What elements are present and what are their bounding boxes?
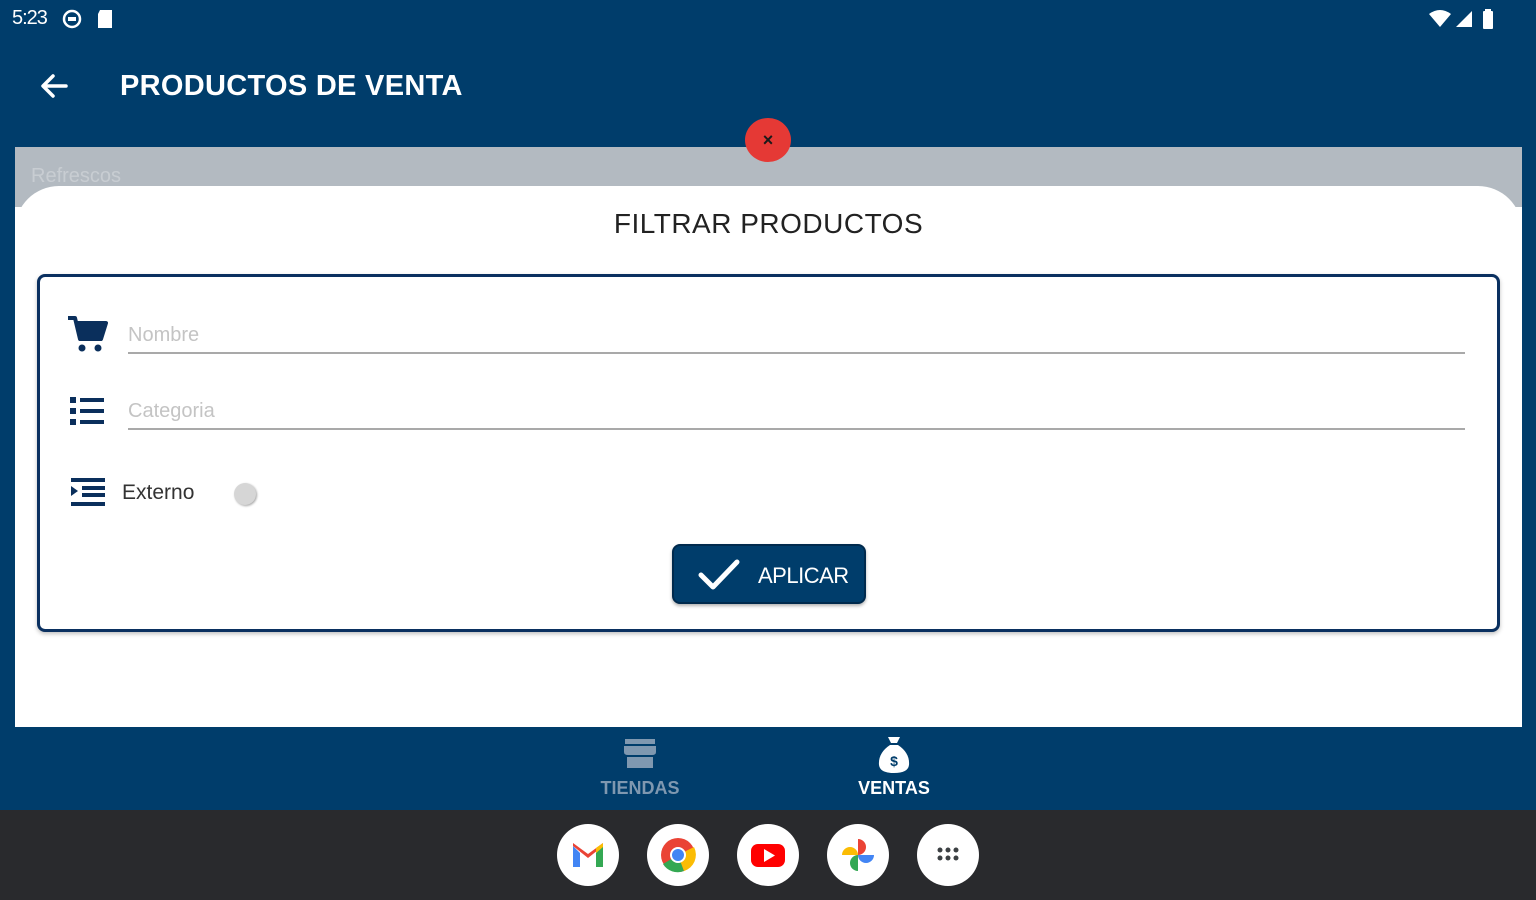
sd-card-icon [96, 9, 114, 34]
categoria-input[interactable] [128, 394, 1465, 428]
money-bag-icon: $ [876, 735, 912, 780]
externo-label: Externo [122, 481, 195, 504]
close-filter-button[interactable]: × [745, 118, 791, 162]
aplicar-button[interactable]: APLICAR [672, 544, 866, 604]
nav-item-ventas[interactable]: $ VENTAS [819, 727, 969, 810]
nombre-field[interactable] [128, 318, 1465, 354]
categoria-field[interactable] [128, 394, 1465, 430]
store-icon [622, 735, 658, 776]
settings-circle-icon [62, 9, 82, 34]
close-icon: × [762, 130, 774, 150]
list-item-refrescos: Refrescos [31, 165, 122, 187]
youtube-icon[interactable] [737, 824, 799, 886]
externo-toggle[interactable] [234, 483, 256, 505]
app-drawer-icon[interactable] [917, 824, 979, 886]
filter-bottom-sheet: FILTRAR PRODUCTOS Nombre Categoria Exter… [15, 186, 1522, 727]
photos-icon[interactable] [827, 824, 889, 886]
gmail-icon[interactable] [557, 824, 619, 886]
sheet-title: FILTRAR PRODUCTOS [613, 208, 924, 239]
arrow-back-icon[interactable] [38, 70, 70, 102]
nombre-input[interactable] [128, 318, 1465, 352]
status-time: 5:23 [12, 7, 48, 29]
svg-text:$: $ [890, 753, 898, 769]
indent-list-icon [70, 476, 106, 513]
wifi-icon [1428, 9, 1452, 34]
system-dock [0, 810, 1536, 900]
shopping-cart-icon [66, 315, 108, 358]
filter-card: Externo APLICAR [37, 274, 1500, 632]
checkmark-icon [698, 558, 740, 597]
battery-icon [1482, 9, 1494, 36]
nav-label-tiendas: TIENDAS [600, 778, 680, 798]
page-title: PRODUCTOS DE VENTA [120, 70, 463, 102]
aplicar-label: APLICAR [758, 563, 849, 588]
nav-label-ventas: VENTAS [858, 778, 930, 798]
bottom-navigation: TIENDAS $ VENTAS [0, 727, 1536, 810]
status-bar: 5:23 [0, 0, 1536, 40]
list-icon [68, 395, 106, 432]
nav-item-tiendas[interactable]: TIENDAS [565, 727, 715, 810]
chrome-icon[interactable] [647, 824, 709, 886]
signal-icon [1454, 9, 1474, 34]
